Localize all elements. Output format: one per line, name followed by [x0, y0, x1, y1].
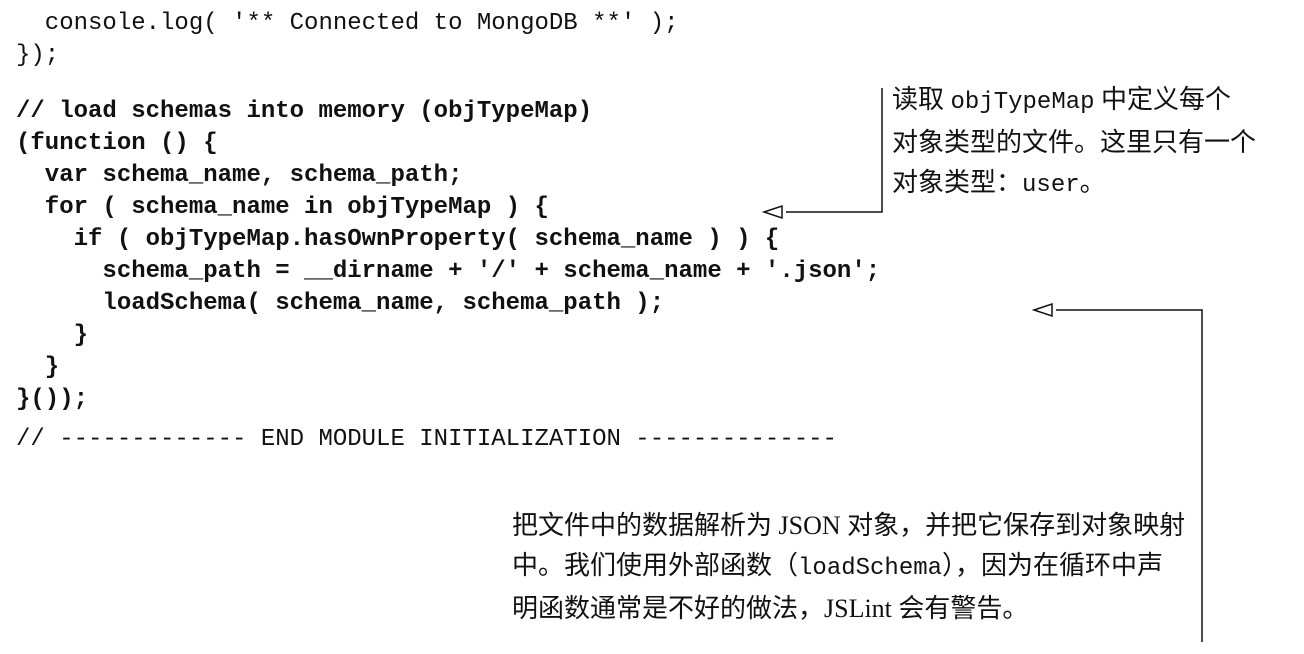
arrowhead-icon — [1031, 302, 1053, 318]
callout-line-objtypemap — [786, 88, 883, 213]
callout-arrows — [761, 88, 1203, 642]
arrowhead-icon — [761, 204, 783, 220]
callout-line-loadschema — [1056, 309, 1203, 642]
